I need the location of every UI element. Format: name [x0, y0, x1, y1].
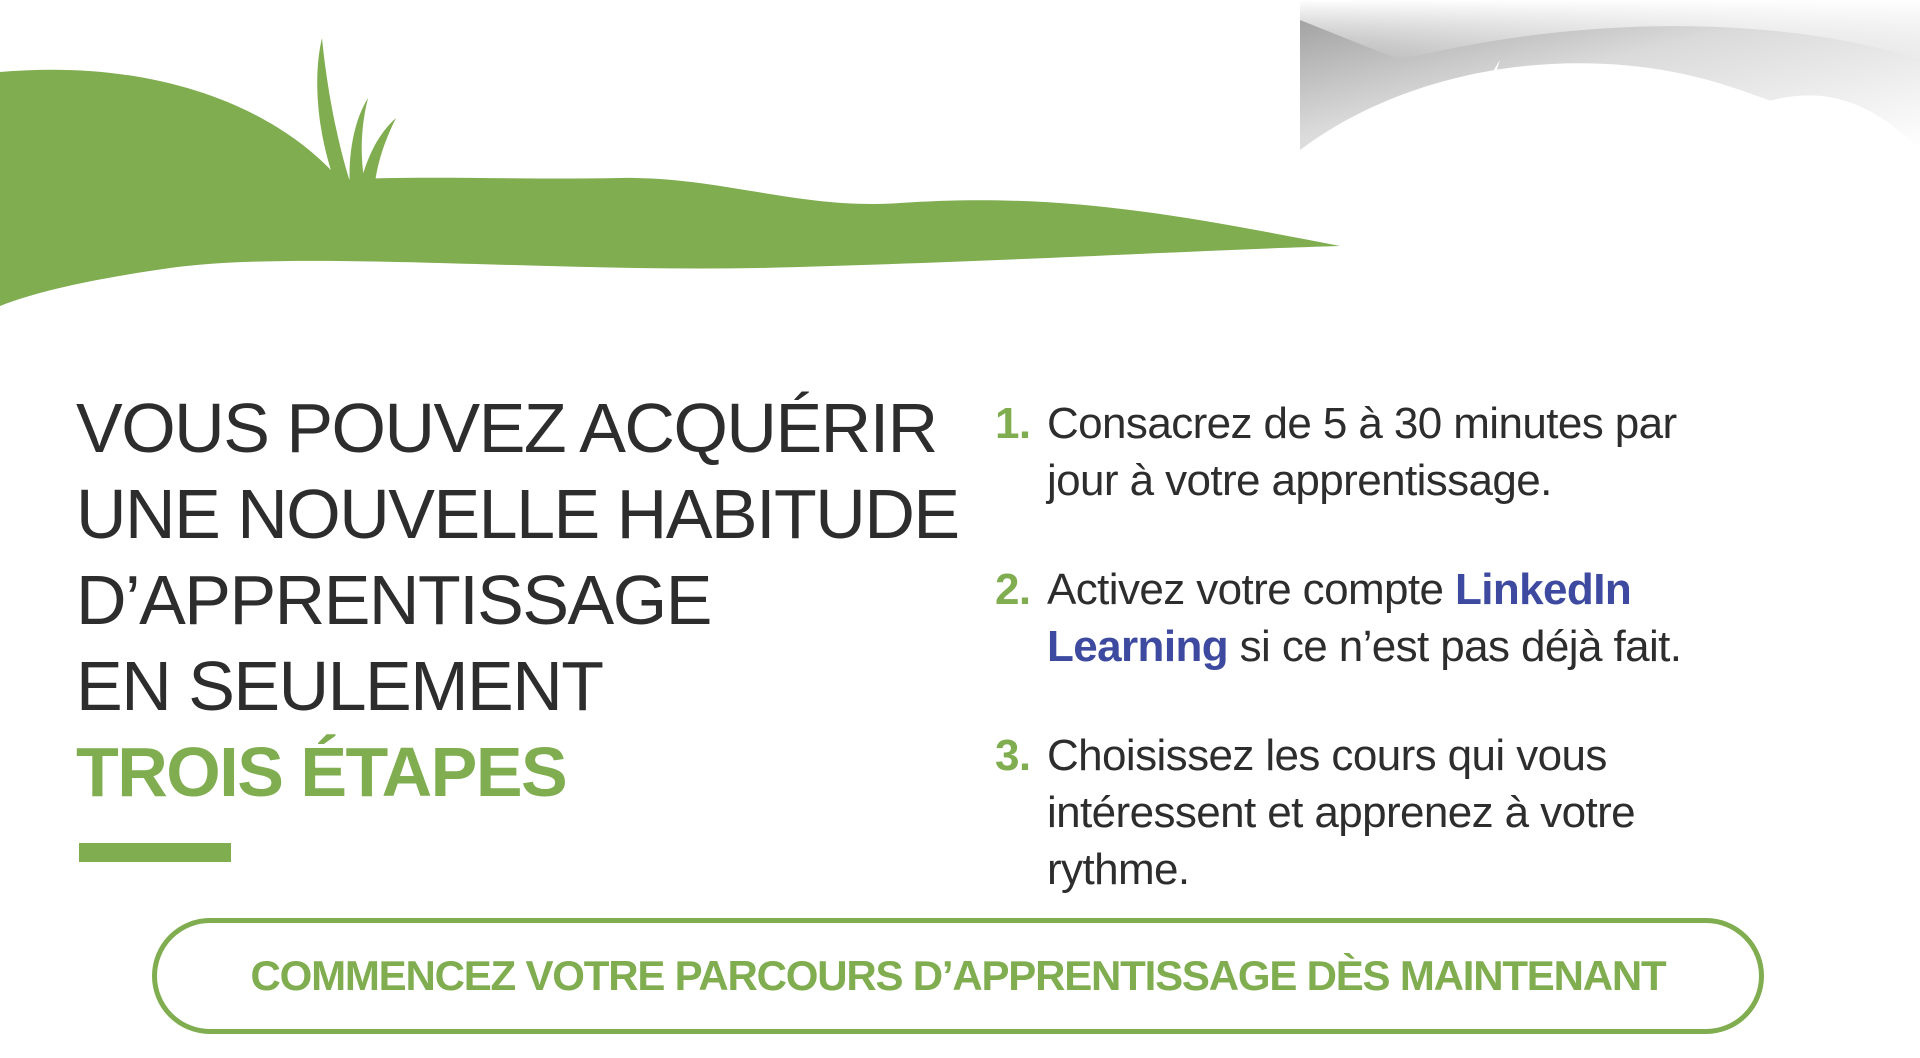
white-grass-blade [1327, 190, 1376, 250]
headline-accent: TROIS ÉTAPES [76, 733, 568, 811]
step-item: 3. Choisissez les cours qui vous intéres… [995, 727, 1755, 898]
steps-list: 1. Consacrez de 5 à 30 minutes par jour … [995, 395, 1755, 898]
headline-line: VOUS POUVEZ ACQUÉRIR [76, 389, 938, 467]
step-item: 1. Consacrez de 5 à 30 minutes par jour … [995, 395, 1755, 509]
step-text: Consacrez de 5 à 30 minutes par jour à v… [1047, 399, 1677, 505]
headline-line: EN SEULEMENT [76, 647, 604, 725]
step-text: Choisissez les cours qui vous intéressen… [1047, 731, 1636, 894]
step-number: 3. [995, 731, 1031, 780]
main-headline: VOUS POUVEZ ACQUÉRIR UNE NOUVELLE HABITU… [76, 385, 960, 815]
headline-line: UNE NOUVELLE HABITUDE [76, 475, 960, 553]
white-grass-blade [1402, 96, 1426, 250]
headline-line: D’APPRENTISSAGE [76, 561, 712, 639]
step-number: 2. [995, 565, 1031, 614]
step-text: Activez votre compte [1047, 565, 1455, 614]
headline-underline [79, 843, 231, 862]
green-hill-shape [0, 69, 1340, 306]
step-number: 1. [995, 399, 1031, 448]
hero-hills-illustration [0, 0, 1920, 320]
step-item: 2. Activez votre compte LinkedIn Learnin… [995, 561, 1755, 675]
step-text: si ce n’est pas déjà fait. [1228, 622, 1682, 671]
start-learning-button[interactable]: COMMENCEZ VOTRE PARCOURS D’APPRENTISSAGE… [152, 918, 1764, 1034]
